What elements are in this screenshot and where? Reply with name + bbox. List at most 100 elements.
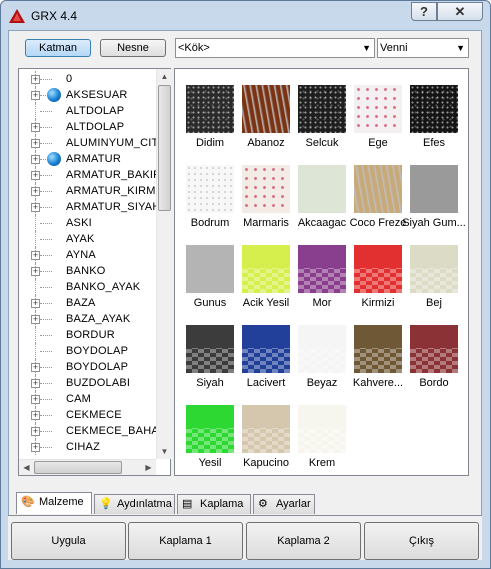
material-item[interactable]: Krem — [289, 405, 355, 483]
material-item[interactable]: Siyah Gum... — [401, 165, 467, 243]
coating-1-button[interactable]: Kaplama 1 — [128, 522, 243, 560]
tree-item[interactable]: BOYDOLAP — [19, 343, 156, 359]
material-swatch[interactable] — [354, 245, 402, 293]
expand-icon[interactable]: + — [31, 299, 40, 308]
material-swatch[interactable] — [242, 245, 290, 293]
light-bulb-icon: 💡 — [99, 498, 113, 510]
expand-icon[interactable]: + — [31, 75, 40, 84]
tree-item[interactable]: + BUZDOLABI — [19, 375, 156, 391]
tree-item[interactable]: + CIHAZ — [19, 439, 156, 455]
tree-item[interactable]: + AKSESUAR — [19, 87, 156, 103]
scroll-down-icon[interactable]: ▼ — [157, 444, 172, 459]
material-swatch[interactable] — [242, 165, 290, 213]
tree-item[interactable]: + ARMATUR — [19, 151, 156, 167]
expand-icon[interactable]: + — [31, 411, 40, 420]
material-swatch[interactable] — [298, 85, 346, 133]
material-swatch[interactable] — [186, 165, 234, 213]
scroll-left-icon[interactable]: ◀ — [19, 460, 34, 475]
tree-item-label: BOYDOLAP — [66, 345, 129, 357]
material-item[interactable]: Bej — [401, 245, 467, 323]
tree-item[interactable]: + CEKMECE — [19, 407, 156, 423]
tab-lighting[interactable]: 💡 Aydınlatma — [94, 494, 175, 514]
tree-item[interactable]: + ARMATUR_SIYAH — [19, 199, 156, 215]
expand-icon[interactable]: + — [31, 171, 40, 180]
expand-icon[interactable]: + — [31, 379, 40, 388]
tree-vertical-scrollbar[interactable]: ▲ ▼ — [156, 69, 171, 459]
material-swatch[interactable] — [186, 85, 234, 133]
tree-item[interactable]: BANKO_AYAK — [19, 279, 156, 295]
scroll-right-icon[interactable]: ▶ — [141, 460, 156, 475]
tree-item[interactable]: + BAZA — [19, 295, 156, 311]
expand-icon[interactable]: + — [31, 123, 40, 132]
expand-icon[interactable]: + — [31, 443, 40, 452]
material-item[interactable]: Efes — [401, 85, 467, 163]
material-swatch[interactable] — [186, 405, 234, 453]
tab-material[interactable]: 🎨 Malzeme — [16, 492, 92, 514]
material-swatch[interactable] — [242, 85, 290, 133]
object-button[interactable]: Nesne — [100, 39, 166, 57]
tree-item[interactable]: + AYNA — [19, 247, 156, 263]
material-swatch[interactable] — [242, 405, 290, 453]
tree-item[interactable]: + BANKO — [19, 263, 156, 279]
tree-horizontal-scroll-thumb[interactable] — [34, 461, 122, 474]
tree-item-label: AKSESUAR — [66, 89, 128, 101]
material-swatch[interactable] — [242, 325, 290, 373]
tree-connector — [40, 447, 52, 448]
tree-item[interactable]: AYAK — [19, 231, 156, 247]
material-swatch[interactable] — [186, 325, 234, 373]
material-swatch[interactable] — [186, 245, 234, 293]
apply-button[interactable]: Uygula — [11, 522, 126, 560]
expand-icon[interactable]: + — [31, 203, 40, 212]
expand-icon[interactable]: + — [31, 363, 40, 372]
expand-icon[interactable]: + — [31, 139, 40, 148]
coating-2-button[interactable]: Kaplama 2 — [246, 522, 361, 560]
tree-item[interactable]: + ARMATUR_KIRMI — [19, 183, 156, 199]
tree-item[interactable]: ASKI — [19, 215, 156, 231]
tree-connector — [40, 303, 52, 304]
tree-item[interactable]: + BOYDOLAP — [19, 359, 156, 375]
tree-item[interactable]: + CEKMECE_BAHAR — [19, 423, 156, 439]
layer-tree[interactable]: +0 + AKSESUAR ALTDOLAP + ALTDOLAP + ALUMINYUM_C… — [18, 68, 171, 476]
expand-icon[interactable]: + — [31, 427, 40, 436]
expand-icon[interactable]: + — [31, 267, 40, 276]
exit-button[interactable]: Çıkış — [364, 522, 479, 560]
expand-icon[interactable]: + — [31, 187, 40, 196]
material-swatch[interactable] — [298, 165, 346, 213]
material-swatch[interactable] — [298, 325, 346, 373]
category-dropdown[interactable]: Venni ▼ — [377, 38, 469, 58]
title-bar[interactable]: GRX 4.4 ? ✕ — [1, 1, 490, 31]
material-swatch[interactable] — [298, 405, 346, 453]
tree-item[interactable]: + ALUMINYUM_CIT — [19, 135, 156, 151]
material-swatch[interactable] — [354, 165, 402, 213]
tree-item[interactable]: BORDUR — [19, 327, 156, 343]
tab-coating[interactable]: ▤ Kaplama — [177, 494, 251, 514]
tree-item[interactable]: + BAZA_AYAK — [19, 311, 156, 327]
expand-icon[interactable]: + — [31, 91, 40, 100]
material-swatch[interactable] — [298, 245, 346, 293]
tab-label: Malzeme — [39, 496, 84, 508]
expand-icon[interactable]: + — [31, 315, 40, 324]
expand-icon[interactable]: + — [31, 251, 40, 260]
material-swatch[interactable] — [410, 165, 458, 213]
material-swatch[interactable] — [410, 85, 458, 133]
scroll-up-icon[interactable]: ▲ — [157, 69, 172, 84]
tree-item[interactable]: +0 — [19, 71, 156, 87]
layer-button[interactable]: Katman — [25, 39, 91, 57]
help-button[interactable]: ? — [411, 2, 437, 21]
material-swatch[interactable] — [410, 325, 458, 373]
tree-horizontal-scrollbar[interactable]: ◀ ▶ — [19, 459, 156, 475]
material-swatch[interactable] — [410, 245, 458, 293]
material-item[interactable]: Bordo — [401, 325, 467, 403]
close-button[interactable]: ✕ — [437, 2, 483, 21]
tree-vertical-scroll-thumb[interactable] — [158, 85, 171, 211]
material-swatch[interactable] — [354, 325, 402, 373]
expand-icon[interactable]: + — [31, 395, 40, 404]
tree-item[interactable]: + ARMATUR_BAKIR — [19, 167, 156, 183]
tree-item[interactable]: + ALTDOLAP — [19, 119, 156, 135]
expand-icon[interactable]: + — [31, 155, 40, 164]
root-dropdown[interactable]: <Kök> ▼ — [175, 38, 375, 58]
tree-item[interactable]: ALTDOLAP — [19, 103, 156, 119]
tree-item[interactable]: + CAM — [19, 391, 156, 407]
material-swatch[interactable] — [354, 85, 402, 133]
tab-settings[interactable]: ⚙ Ayarlar — [253, 494, 315, 514]
